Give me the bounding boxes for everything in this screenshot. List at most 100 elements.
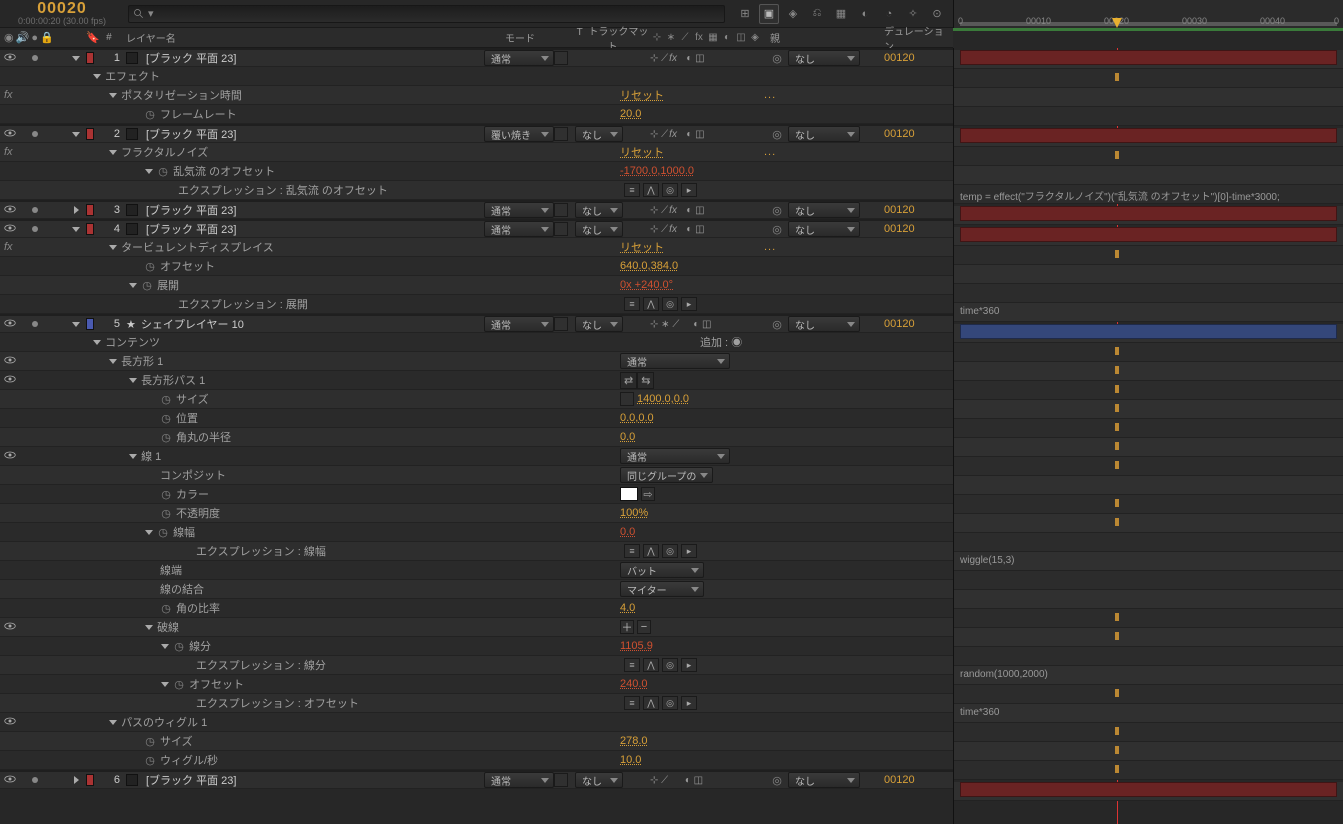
prop-value[interactable]: 278.0 — [620, 735, 648, 747]
layer-name[interactable]: [ブラック 平面 23] — [146, 126, 236, 142]
current-time[interactable]: 00020 0:00:00:20 (30.00 fps) — [6, 2, 118, 26]
stopwatch-icon[interactable]: ◷ — [160, 508, 172, 520]
expr-menu-icon[interactable]: ▸ — [681, 658, 697, 672]
stopwatch-icon[interactable]: ◷ — [160, 489, 172, 501]
expression-text[interactable]: temp = effect("フラクタルノイズ")("乱気流 のオフセット")[… — [960, 188, 1337, 203]
effects-group[interactable]: エフェクト — [0, 67, 953, 86]
layer-bar[interactable] — [960, 50, 1337, 65]
prop-value[interactable]: -1700.0,1000.0 — [620, 165, 694, 177]
parent-header[interactable]: 親 — [770, 30, 878, 45]
eye-icon[interactable] — [4, 128, 16, 141]
twirl-down-icon[interactable] — [128, 281, 138, 289]
keyframe[interactable] — [1115, 347, 1119, 355]
cti-head-icon[interactable] — [1112, 18, 1122, 28]
stopwatch-icon[interactable]: ◷ — [157, 166, 169, 178]
path-wiggle-row[interactable]: パスのウィグル 1 — [0, 713, 953, 732]
twirl-right-icon[interactable] — [72, 206, 80, 214]
duration-value[interactable]: 00120 — [884, 223, 915, 235]
composite-row[interactable]: コンポジット 同じグループの — [0, 466, 953, 485]
layer-row-5[interactable]: 5 ★シェイプレイヤー 10 通常 なし ⊹ ∗ ⟋ ◐ ◫ ◎なし 00120 — [0, 314, 953, 333]
expr-graph-icon[interactable]: ⋀ — [643, 297, 659, 311]
dashes-row[interactable]: 破線 ＋− — [0, 618, 953, 637]
expression-text[interactable]: time*360 — [960, 306, 1337, 317]
pickwhip-icon[interactable]: ◎ — [770, 127, 784, 141]
twirl-down-icon[interactable] — [72, 130, 80, 138]
duration-value[interactable]: 00120 — [884, 128, 915, 140]
expr-pickwhip-icon[interactable]: ◎ — [662, 658, 678, 672]
keyframe[interactable] — [1115, 746, 1119, 754]
prop-value[interactable]: 1400.0,0.0 — [637, 393, 689, 405]
keyframe[interactable] — [1115, 151, 1119, 159]
twirl-down-icon[interactable] — [72, 54, 80, 62]
keyframe[interactable] — [1115, 250, 1119, 258]
stroke1-row[interactable]: 線 1 通常 — [0, 447, 953, 466]
expr-turbulence-row[interactable]: エクスプレッション : 乱気流 のオフセット ≡ ⋀ ◎ ▸ — [0, 181, 953, 200]
turbulent-displace-row[interactable]: fx タービュレントディスプレイス リセット... — [0, 238, 953, 257]
twirl-down-icon[interactable] — [160, 642, 170, 650]
keyframe[interactable] — [1115, 461, 1119, 469]
expr-menu-icon[interactable]: ▸ — [681, 544, 697, 558]
label-color[interactable] — [86, 204, 94, 216]
prop-value[interactable]: 0x +240.0° — [620, 279, 673, 291]
expr-enable-icon[interactable]: ≡ — [624, 183, 640, 197]
index-header[interactable]: # — [106, 32, 112, 43]
mode-header[interactable]: モード — [505, 30, 575, 45]
constrain-icon[interactable] — [620, 392, 634, 406]
stopwatch-icon[interactable]: ◷ — [173, 641, 185, 653]
frame-rate-row[interactable]: ◷フレームレート 20.0 — [0, 105, 953, 124]
layer-bar[interactable] — [960, 128, 1337, 143]
prop-value[interactable]: 4.0 — [620, 602, 635, 614]
layer-row-3[interactable]: 3 [ブラック 平面 23] 通常 なし ⊹ ⟋ fx ◐ ◫ ◎なし 0012… — [0, 200, 953, 219]
twirl-down-icon[interactable] — [144, 623, 154, 631]
layer-row-2[interactable]: 2 [ブラック 平面 23] 覆い焼き なし ⊹ ⟋ fx ◐ ◫ ◎なし 00… — [0, 124, 953, 143]
auto-keyframe-icon[interactable]: ⊙ — [927, 4, 947, 24]
layer-bar[interactable] — [960, 227, 1337, 242]
blend-mode-dropdown[interactable]: 通常 — [484, 772, 554, 788]
parent-dropdown[interactable]: なし — [788, 316, 860, 332]
duration-value[interactable]: 00120 — [884, 774, 915, 786]
label-header-icon[interactable]: 🔖 — [86, 31, 100, 44]
keyframe[interactable] — [1115, 765, 1119, 773]
layer-name[interactable]: シェイプレイヤー 10 — [141, 316, 244, 332]
prop-value[interactable]: 1105.9 — [620, 640, 653, 652]
solo-dot[interactable] — [32, 321, 38, 327]
expr-dash-offset-row[interactable]: エクスプレッション : オフセット ≡ ⋀ ◎ ▸ — [0, 694, 953, 713]
prop-value[interactable]: 0.0 — [620, 526, 635, 538]
expression-text[interactable]: random(1000,2000) — [960, 669, 1337, 680]
pickwhip-icon[interactable]: ◎ — [770, 203, 784, 217]
add-dash-button[interactable]: ＋ — [620, 620, 634, 634]
reset-link[interactable]: リセット — [620, 87, 664, 103]
stopwatch-icon[interactable]: ◷ — [144, 755, 156, 767]
expr-enable-icon[interactable]: ≡ — [624, 658, 640, 672]
layer-name[interactable]: [ブラック 平面 23] — [146, 221, 236, 237]
duration-value[interactable]: 00120 — [884, 204, 915, 216]
label-color[interactable] — [86, 774, 94, 786]
eye-header-icon[interactable]: ◉ — [4, 31, 14, 44]
rect-size-row[interactable]: ◷サイズ 1400.0,0.0 — [0, 390, 953, 409]
stopwatch-icon[interactable]: ◷ — [160, 432, 172, 444]
expr-pickwhip-icon[interactable]: ◎ — [662, 544, 678, 558]
label-color[interactable] — [86, 223, 94, 235]
prop-value[interactable]: 20.0 — [620, 108, 641, 120]
expr-menu-icon[interactable]: ▸ — [681, 183, 697, 197]
expression-text[interactable]: wiggle(15,3) — [960, 555, 1337, 566]
pickwhip-icon[interactable]: ◎ — [770, 222, 784, 236]
label-color[interactable] — [86, 318, 94, 330]
pickwhip-icon[interactable]: ◎ — [770, 51, 784, 65]
layer-row-4[interactable]: 4 [ブラック 平面 23] 通常 なし ⊹ ⟋ fx ◐ ◫ ◎なし 0012… — [0, 219, 953, 238]
twirl-down-icon[interactable] — [128, 376, 138, 384]
keyframe[interactable] — [1115, 366, 1119, 374]
layer-name[interactable]: [ブラック 平面 23] — [146, 202, 236, 218]
contents-row[interactable]: コンテンツ 追加 : ◉ — [0, 333, 953, 352]
posterize-time-row[interactable]: fx ポスタリゼーション時間 リセット... — [0, 86, 953, 105]
eye-icon[interactable] — [4, 774, 16, 787]
remove-dash-button[interactable]: − — [637, 620, 651, 634]
expr-enable-icon[interactable]: ≡ — [624, 544, 640, 558]
prop-value[interactable]: 100% — [620, 507, 648, 519]
trkmat-dropdown[interactable]: なし — [575, 316, 623, 332]
work-area[interactable] — [960, 22, 1337, 26]
prop-value[interactable]: 0.0 — [620, 431, 635, 443]
shape-blend-dropdown[interactable]: 通常 — [620, 353, 730, 369]
label-color[interactable] — [86, 52, 94, 64]
eye-icon[interactable] — [4, 204, 16, 217]
